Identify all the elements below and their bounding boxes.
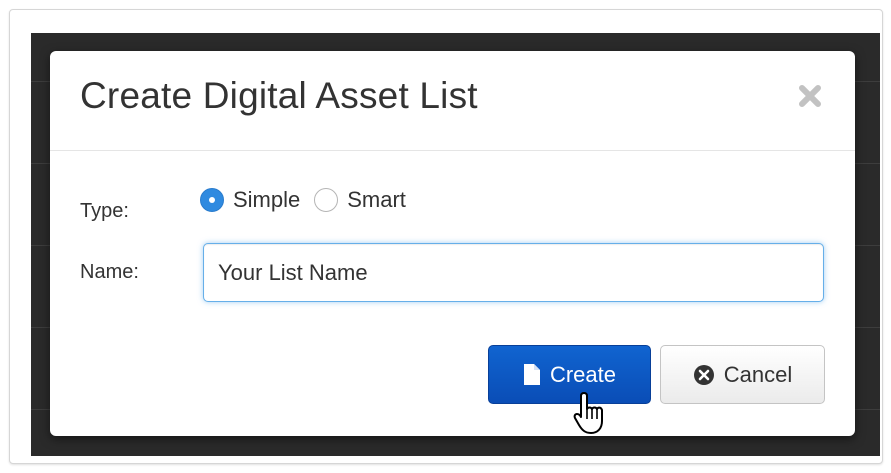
create-list-modal: Create Digital Asset List Type: Simple S… (50, 51, 855, 436)
create-button-label: Create (549, 361, 617, 387)
file-icon (523, 363, 541, 386)
close-button[interactable] (795, 81, 825, 111)
modal-title: Create Digital Asset List (80, 75, 478, 116)
name-label: Name: (80, 261, 139, 283)
cancel-button[interactable]: Cancel (660, 345, 825, 404)
times-circle-icon (693, 364, 715, 386)
cancel-button-label: Cancel (723, 361, 793, 387)
radio-option-smart[interactable]: Smart (314, 187, 406, 213)
radio-simple[interactable] (200, 188, 224, 212)
type-radio-group: Simple Smart (200, 187, 420, 213)
type-label: Type: (80, 200, 129, 222)
create-button[interactable]: Create (488, 345, 651, 404)
modal-header: Create Digital Asset List (50, 51, 855, 151)
close-icon (799, 85, 821, 107)
radio-label-simple: Simple (233, 187, 301, 212)
radio-smart[interactable] (314, 188, 339, 212)
radio-label-smart: Smart (347, 187, 406, 212)
list-name-input[interactable] (203, 243, 824, 302)
radio-option-simple[interactable]: Simple (200, 187, 300, 213)
